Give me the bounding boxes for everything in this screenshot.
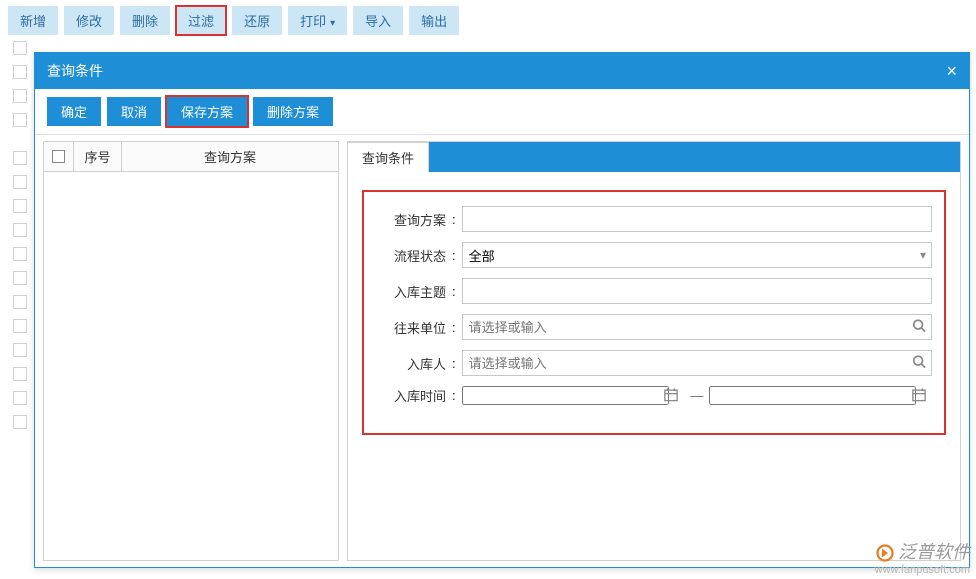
colon: :	[452, 212, 456, 227]
form-highlight-box: 查询方案: 流程状态: ▾ 入库主题:	[362, 190, 946, 435]
rail-checkbox[interactable]	[13, 223, 27, 237]
subject-input[interactable]	[462, 278, 932, 304]
select-all-checkbox[interactable]	[52, 150, 65, 163]
time-end-input[interactable]	[709, 386, 916, 405]
row-subject: 入库主题:	[376, 278, 932, 304]
vendor-label: 往来单位	[376, 318, 452, 337]
plan-label: 查询方案	[376, 210, 452, 229]
rail-checkbox[interactable]	[13, 367, 27, 381]
rail-header-box	[13, 41, 27, 55]
conditions-panel: 查询条件 查询方案: 流程状态: ▾	[347, 141, 961, 561]
restore-button[interactable]: 还原	[232, 6, 282, 35]
rail-checkbox[interactable]	[13, 343, 27, 357]
calendar-icon[interactable]	[912, 387, 926, 404]
chevron-down-icon[interactable]: ▾	[920, 248, 926, 262]
plan-input[interactable]	[462, 206, 932, 232]
plans-table-body	[44, 172, 338, 560]
cancel-button[interactable]: 取消	[107, 97, 161, 126]
rail-checkbox[interactable]	[13, 247, 27, 261]
main-toolbar: 新增 修改 删除 过滤 还原 打印 导入 输出	[0, 0, 976, 41]
confirm-button[interactable]: 确定	[47, 97, 101, 126]
tab-conditions[interactable]: 查询条件	[348, 142, 429, 172]
print-button[interactable]: 打印	[288, 6, 347, 35]
header-checkbox-cell	[44, 142, 74, 171]
rail-checkbox[interactable]	[13, 295, 27, 309]
search-icon[interactable]	[912, 319, 926, 336]
dialog-toolbar: 确定 取消 保存方案 删除方案	[35, 89, 969, 135]
row-time: 入库时间: —	[376, 386, 932, 405]
row-plan: 查询方案:	[376, 206, 932, 232]
colon: :	[452, 388, 456, 403]
vendor-input[interactable]	[462, 314, 932, 340]
form-area: 查询方案: 流程状态: ▾ 入库主题:	[348, 172, 960, 560]
background-checkbox-rail	[8, 36, 32, 434]
rail-checkbox[interactable]	[13, 175, 27, 189]
person-input[interactable]	[462, 350, 932, 376]
rail-checkbox[interactable]	[13, 199, 27, 213]
add-button[interactable]: 新增	[8, 6, 58, 35]
status-select[interactable]	[462, 242, 932, 268]
plans-panel: 序号 查询方案	[43, 141, 339, 561]
rail-checkbox[interactable]	[13, 89, 27, 103]
row-status: 流程状态: ▾	[376, 242, 932, 268]
dialog-title: 查询条件	[47, 61, 103, 81]
search-icon[interactable]	[912, 355, 926, 372]
calendar-icon[interactable]	[664, 387, 678, 404]
rail-checkbox[interactable]	[13, 113, 27, 127]
rail-checkbox[interactable]	[13, 319, 27, 333]
dialog-header: 查询条件 ×	[35, 53, 969, 89]
rail-checkbox[interactable]	[13, 151, 27, 165]
colon: :	[452, 320, 456, 335]
save-plan-button[interactable]: 保存方案	[167, 97, 247, 126]
import-button[interactable]: 导入	[353, 6, 403, 35]
time-label: 入库时间	[376, 386, 452, 405]
status-label: 流程状态	[376, 246, 452, 265]
brand-url: www.fanpusoft.com	[875, 564, 970, 577]
row-vendor: 往来单位:	[376, 314, 932, 340]
logo-icon	[876, 544, 894, 562]
rail-checkbox[interactable]	[13, 391, 27, 405]
tab-row: 查询条件	[348, 142, 960, 172]
filter-button[interactable]: 过滤	[176, 6, 226, 35]
delete-plan-button[interactable]: 删除方案	[253, 97, 333, 126]
colon: :	[452, 248, 456, 263]
delete-button[interactable]: 删除	[120, 6, 170, 35]
header-no: 序号	[74, 142, 122, 171]
brand-name: 泛普软件	[898, 542, 970, 564]
rail-checkbox[interactable]	[13, 65, 27, 79]
header-name: 查询方案	[122, 142, 338, 171]
close-icon[interactable]: ×	[946, 62, 957, 80]
rail-checkbox[interactable]	[13, 415, 27, 429]
watermark: 泛普软件 www.fanpusoft.com	[875, 542, 970, 577]
edit-button[interactable]: 修改	[64, 6, 114, 35]
plans-table-header: 序号 查询方案	[44, 142, 338, 172]
person-label: 入库人	[376, 354, 452, 373]
rail-checkbox[interactable]	[13, 271, 27, 285]
time-start-input[interactable]	[462, 386, 669, 405]
row-person: 入库人:	[376, 350, 932, 376]
query-dialog: 查询条件 × 确定 取消 保存方案 删除方案 序号 查询方案 查询条件	[34, 52, 970, 568]
colon: :	[452, 356, 456, 371]
colon: :	[452, 284, 456, 299]
subject-label: 入库主题	[376, 282, 452, 301]
range-dash: —	[690, 388, 703, 403]
export-button[interactable]: 输出	[409, 6, 459, 35]
dialog-body: 序号 查询方案 查询条件 查询方案: 流程状态:	[35, 135, 969, 567]
